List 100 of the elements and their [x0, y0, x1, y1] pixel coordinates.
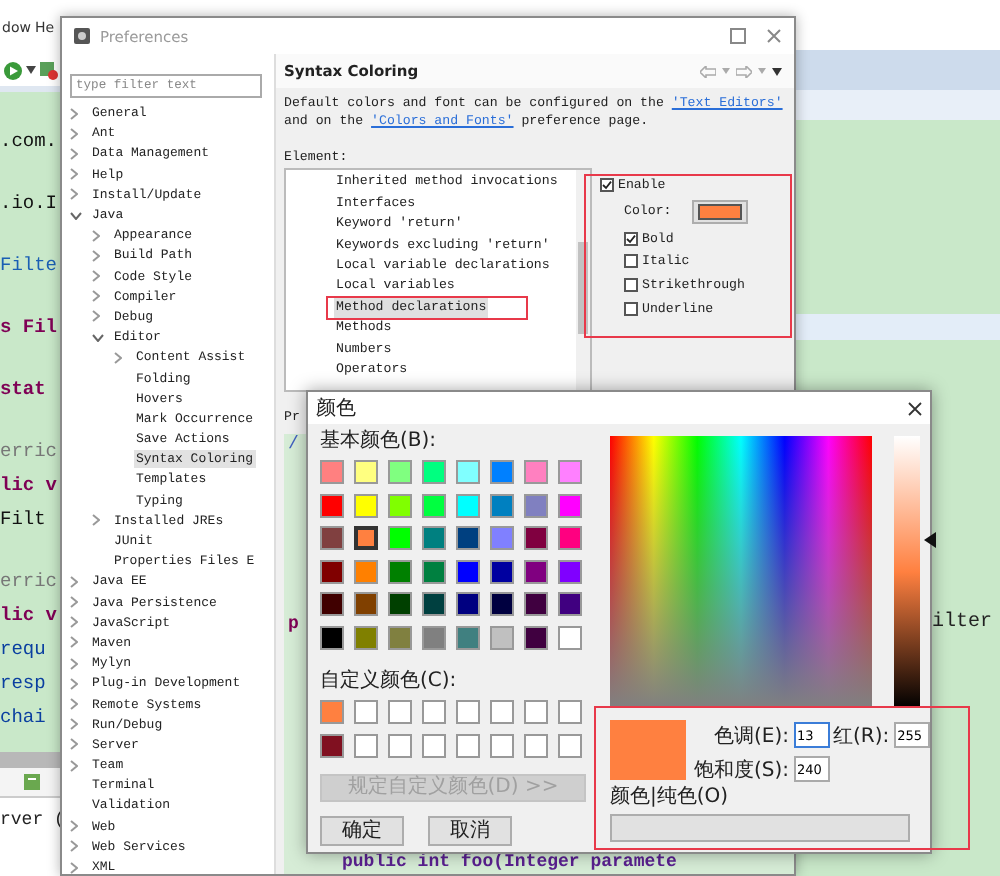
color-swatch[interactable]	[490, 559, 514, 584]
color-swatch[interactable]	[320, 526, 344, 551]
color-swatch[interactable]	[354, 493, 378, 518]
color-swatch[interactable]	[524, 460, 548, 485]
color-swatch[interactable]	[422, 460, 446, 485]
chevron-right-icon[interactable]	[70, 147, 78, 160]
color-swatch[interactable]	[320, 559, 344, 584]
color-swatch[interactable]	[456, 526, 480, 551]
dialog-button[interactable]: 确定	[320, 816, 404, 846]
chevron-right-icon[interactable]	[70, 840, 78, 853]
checkbox[interactable]	[600, 177, 614, 192]
chevron-right-icon[interactable]	[70, 127, 78, 140]
chevron-right-icon[interactable]	[70, 596, 78, 609]
color-swatch[interactable]	[490, 526, 514, 551]
caret-icon[interactable]	[26, 66, 36, 74]
color-swatch[interactable]	[524, 526, 548, 551]
color-swatch[interactable]	[422, 733, 446, 758]
color-swatch[interactable]	[490, 460, 514, 485]
color-swatch[interactable]	[388, 625, 412, 650]
chevron-right-icon[interactable]	[92, 310, 100, 323]
chevron-right-icon[interactable]	[70, 107, 78, 120]
color-swatch[interactable]	[524, 559, 548, 584]
close-icon[interactable]	[908, 401, 922, 415]
color-swatch[interactable]	[388, 733, 412, 758]
color-swatch[interactable]	[490, 493, 514, 518]
chevron-right-icon[interactable]	[92, 249, 100, 262]
color-swatch[interactable]	[456, 700, 480, 725]
chevron-right-icon[interactable]	[92, 270, 100, 283]
color-swatch[interactable]	[422, 625, 446, 650]
color-swatch[interactable]	[320, 460, 344, 485]
color-swatch[interactable]	[388, 700, 412, 725]
color-swatch[interactable]	[456, 460, 480, 485]
chevron-right-icon[interactable]	[70, 759, 78, 772]
color-swatch[interactable]	[354, 559, 378, 584]
color-swatch[interactable]	[388, 592, 412, 617]
color-swatch[interactable]	[490, 625, 514, 650]
color-swatch[interactable]	[354, 592, 378, 617]
chevron-right-icon[interactable]	[70, 636, 78, 649]
color-swatch[interactable]	[524, 733, 548, 758]
color-swatch[interactable]	[524, 493, 548, 518]
color-swatch[interactable]	[456, 733, 480, 758]
chevron-right-icon[interactable]	[70, 168, 78, 181]
checkbox[interactable]	[624, 301, 638, 316]
color-swatch[interactable]	[456, 559, 480, 584]
chevron-down-icon[interactable]	[92, 333, 104, 342]
chevron-right-icon[interactable]	[70, 738, 78, 751]
chevron-right-icon[interactable]	[114, 351, 122, 364]
color-swatch[interactable]	[524, 700, 548, 725]
color-swatch[interactable]	[388, 460, 412, 485]
color-swatch[interactable]	[320, 592, 344, 617]
color-swatch[interactable]	[558, 526, 582, 551]
checkbox[interactable]	[624, 254, 638, 269]
color-swatch[interactable]	[320, 625, 344, 650]
color-swatch[interactable]	[320, 493, 344, 518]
color-swatch[interactable]	[388, 526, 412, 551]
color-swatch[interactable]	[422, 526, 446, 551]
color-swatch[interactable]	[320, 700, 344, 725]
forward-icon[interactable]	[736, 65, 752, 78]
color-swatch[interactable]	[558, 733, 582, 758]
color-swatch[interactable]	[354, 526, 378, 551]
color-swatch[interactable]	[558, 493, 582, 518]
color-swatch[interactable]	[558, 592, 582, 617]
console-icon[interactable]	[24, 774, 40, 790]
chevron-right-icon[interactable]	[70, 698, 78, 711]
chevron-right-icon[interactable]	[70, 861, 78, 874]
chevron-right-icon[interactable]	[92, 290, 100, 303]
color-spectrum[interactable]	[610, 436, 872, 708]
chevron-right-icon[interactable]	[92, 514, 100, 527]
color-swatch[interactable]	[558, 559, 582, 584]
color-swatch[interactable]	[388, 493, 412, 518]
chevron-right-icon[interactable]	[92, 229, 100, 242]
color-swatch[interactable]	[490, 733, 514, 758]
color-swatch[interactable]	[456, 493, 480, 518]
color-swatch[interactable]	[524, 592, 548, 617]
chevron-right-icon[interactable]	[70, 657, 78, 670]
add-custom-button[interactable]	[610, 814, 910, 842]
color-swatch[interactable]	[354, 460, 378, 485]
chevron-down-icon[interactable]	[70, 211, 82, 220]
color-swatch[interactable]	[558, 460, 582, 485]
dialog-button[interactable]: 取消	[428, 816, 512, 846]
chevron-right-icon[interactable]	[70, 820, 78, 833]
color-swatch[interactable]	[456, 592, 480, 617]
chevron-right-icon[interactable]	[70, 616, 78, 629]
color-button[interactable]	[691, 199, 748, 224]
color-swatch[interactable]	[490, 700, 514, 725]
checkbox[interactable]	[624, 231, 638, 246]
color-swatch[interactable]	[388, 559, 412, 584]
chevron-right-icon[interactable]	[70, 677, 78, 690]
color-swatch[interactable]	[354, 733, 378, 758]
color-swatch[interactable]	[422, 559, 446, 584]
color-swatch[interactable]	[456, 625, 480, 650]
server-icon[interactable]	[40, 61, 58, 79]
color-swatch[interactable]	[354, 700, 378, 725]
back-icon[interactable]	[700, 65, 716, 78]
color-swatch[interactable]	[558, 625, 582, 650]
checkbox[interactable]	[624, 278, 638, 293]
maximize-icon[interactable]	[730, 28, 746, 44]
luminance-thumb[interactable]	[924, 531, 936, 548]
color-swatch[interactable]	[320, 733, 344, 758]
color-swatch[interactable]	[524, 625, 548, 650]
